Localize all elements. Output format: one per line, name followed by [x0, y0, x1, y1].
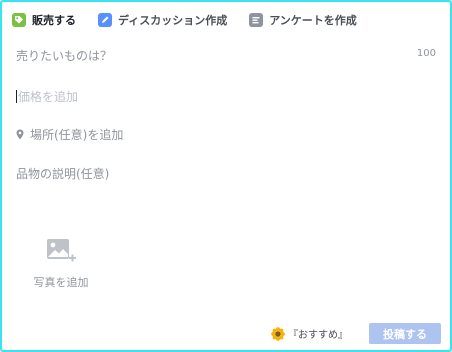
price-placeholder: 価格を追加: [18, 90, 79, 104]
title-char-counter: 100: [416, 48, 436, 59]
tab-create-poll-label: アンケートを作成: [269, 14, 357, 27]
composer-tabs: 販売する ディスカッション作成 アンケートを作成: [12, 11, 379, 29]
location-input[interactable]: 場所(任意)を追加: [16, 126, 123, 143]
recommend-tag[interactable]: 『おすすめ』: [271, 326, 348, 341]
tab-create-discussion[interactable]: ディスカッション作成: [98, 12, 227, 28]
text-caret: [16, 90, 17, 103]
sunflower-icon: [271, 326, 285, 341]
tab-create-poll[interactable]: アンケートを作成: [249, 12, 357, 28]
post-button[interactable]: 投稿する: [369, 323, 441, 344]
item-title-placeholder: 売りたいものは？: [16, 49, 113, 63]
tab-sell-label: 販売する: [32, 14, 76, 27]
location-placeholder: 場所(任意)を追加: [30, 128, 124, 142]
tag-icon: [12, 13, 26, 27]
description-placeholder: 品物の説明(任意): [16, 167, 110, 181]
add-photo-label: 写真を追加: [33, 276, 89, 289]
description-input[interactable]: 品物の説明(任意): [16, 165, 109, 182]
item-title-input[interactable]: 売りたいものは？: [16, 47, 112, 64]
poll-icon: [249, 13, 264, 27]
sell-composer: 販売する ディスカッション作成 アンケートを作成 売りたいものは？ 100 価格…: [0, 0, 452, 352]
price-input[interactable]: 価格を追加: [16, 88, 78, 105]
recommend-label: 『おすすめ』: [288, 330, 348, 341]
add-photo-icon: [47, 239, 76, 262]
add-photo-button[interactable]: 写真を追加: [28, 238, 94, 290]
post-button-label: 投稿する: [383, 327, 427, 341]
location-pin-icon: [16, 129, 24, 140]
tab-create-discussion-label: ディスカッション作成: [118, 14, 228, 27]
pencil-icon: [98, 13, 112, 27]
tab-sell[interactable]: 販売する: [12, 12, 76, 28]
